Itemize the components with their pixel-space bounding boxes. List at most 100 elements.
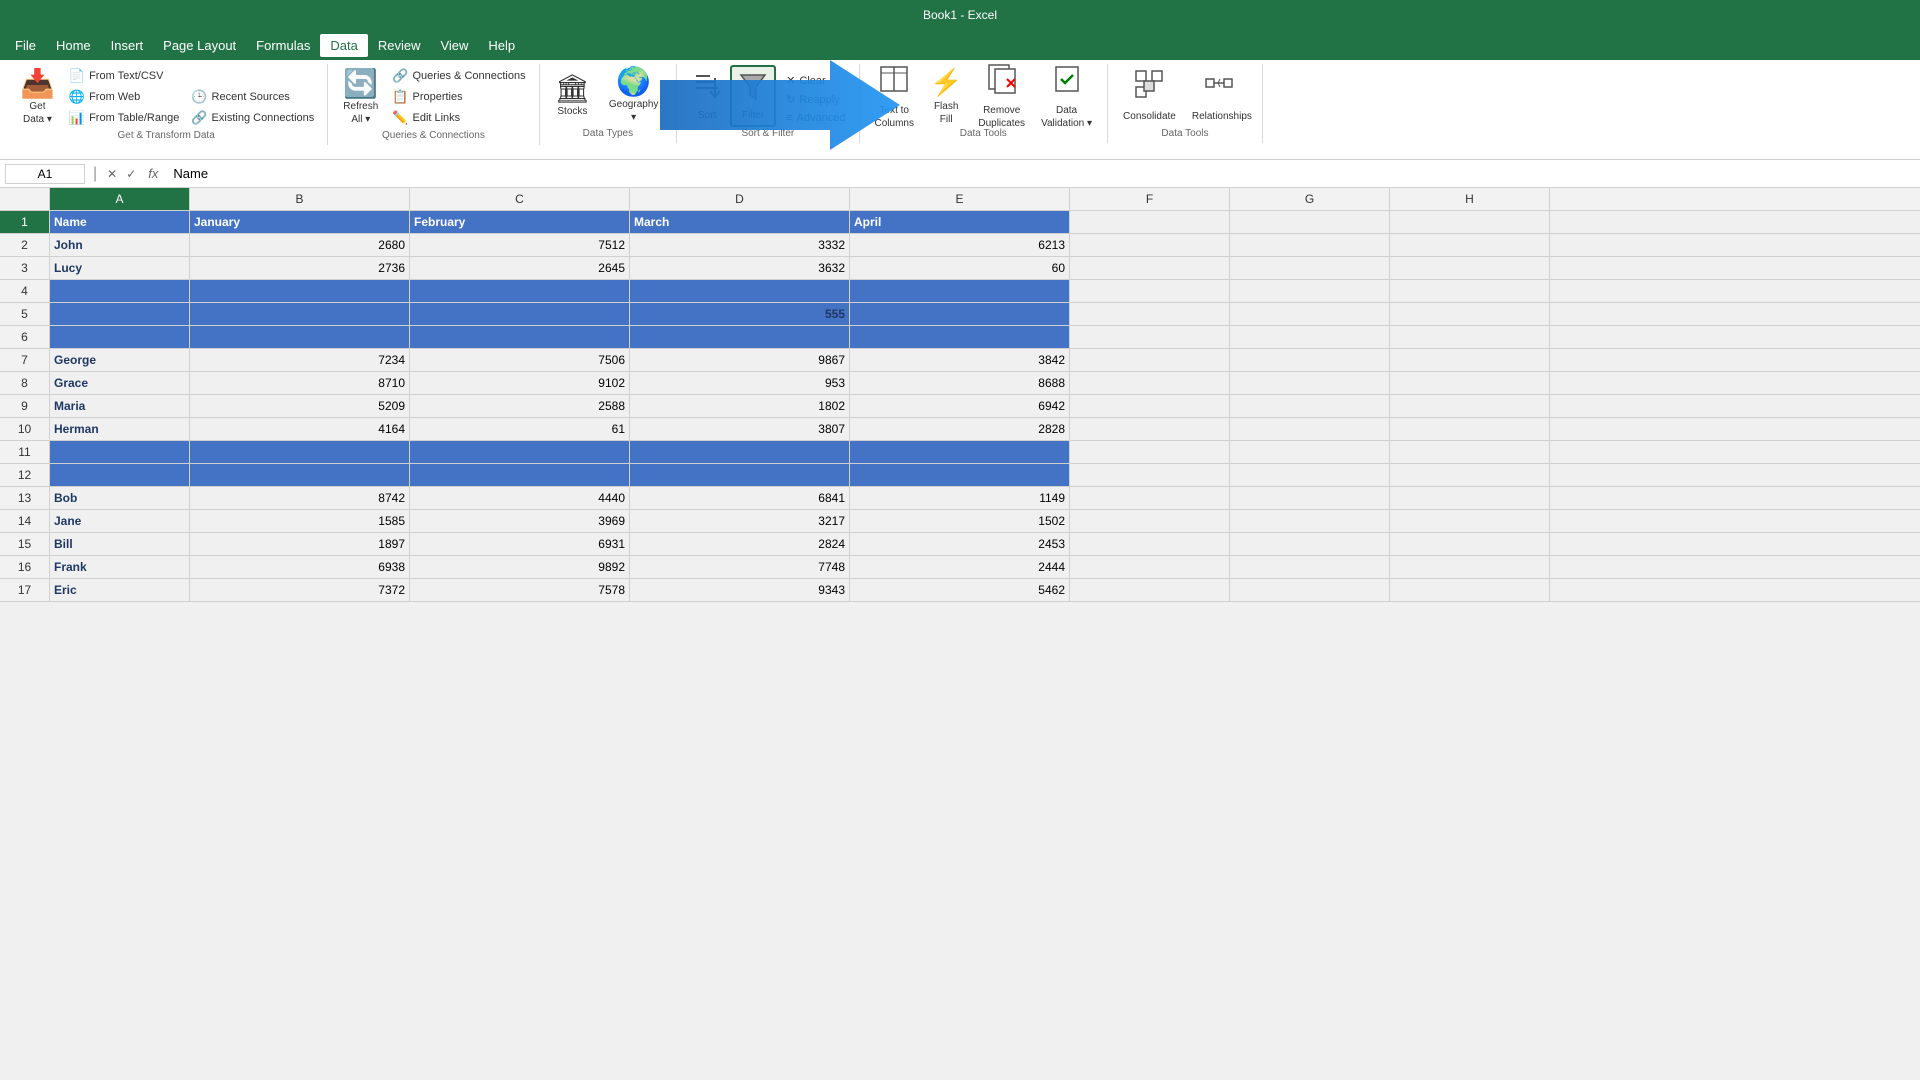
cell-E16[interactable]: 2444 <box>850 556 1070 578</box>
cell-F4[interactable] <box>1070 280 1230 302</box>
cell-E7[interactable]: 3842 <box>850 349 1070 371</box>
cell-F12[interactable] <box>1070 464 1230 486</box>
menu-review[interactable]: Review <box>368 34 431 57</box>
cell-D11[interactable] <box>630 441 850 463</box>
cell-B8[interactable]: 8710 <box>190 372 410 394</box>
cell-F17[interactable] <box>1070 579 1230 601</box>
cell-H12[interactable] <box>1390 464 1550 486</box>
cell-H16[interactable] <box>1390 556 1550 578</box>
cell-F8[interactable] <box>1070 372 1230 394</box>
cell-H9[interactable] <box>1390 395 1550 417</box>
cell-H7[interactable] <box>1390 349 1550 371</box>
cell-F5[interactable] <box>1070 303 1230 325</box>
cell-E17[interactable]: 5462 <box>850 579 1070 601</box>
recent-sources-button[interactable]: 🕒 Recent Sources <box>186 87 319 107</box>
data-validation-button[interactable]: DataValidation ▾ <box>1034 66 1099 126</box>
col-header-C[interactable]: C <box>410 188 630 210</box>
cell-C9[interactable]: 2588 <box>410 395 630 417</box>
cell-B11[interactable] <box>190 441 410 463</box>
row-num-16[interactable]: 16 <box>0 556 50 578</box>
cell-G4[interactable] <box>1230 280 1390 302</box>
row-num-7[interactable]: 7 <box>0 349 50 371</box>
cell-G5[interactable] <box>1230 303 1390 325</box>
cell-B4[interactable] <box>190 280 410 302</box>
relationships-button[interactable]: Relationships <box>1185 66 1254 126</box>
col-header-B[interactable]: B <box>190 188 410 210</box>
col-header-D[interactable]: D <box>630 188 850 210</box>
cell-F13[interactable] <box>1070 487 1230 509</box>
cell-E14[interactable]: 1502 <box>850 510 1070 532</box>
cell-D1[interactable]: March <box>630 211 850 233</box>
cell-A14[interactable]: Jane <box>50 510 190 532</box>
row-num-11[interactable]: 11 <box>0 441 50 463</box>
cell-D3[interactable]: 3632 <box>630 257 850 279</box>
cell-C17[interactable]: 7578 <box>410 579 630 601</box>
cell-A10[interactable]: Herman <box>50 418 190 440</box>
cell-G9[interactable] <box>1230 395 1390 417</box>
cell-H10[interactable] <box>1390 418 1550 440</box>
cell-D6[interactable] <box>630 326 850 348</box>
refresh-all-button[interactable]: 🔄 RefreshAll ▾ <box>336 68 385 128</box>
cell-G10[interactable] <box>1230 418 1390 440</box>
cell-A8[interactable]: Grace <box>50 372 190 394</box>
cell-D5[interactable]: 555 <box>630 303 850 325</box>
cell-F2[interactable] <box>1070 234 1230 256</box>
cell-C13[interactable]: 4440 <box>410 487 630 509</box>
cell-D4[interactable] <box>630 280 850 302</box>
menu-file[interactable]: File <box>5 34 46 57</box>
cell-G3[interactable] <box>1230 257 1390 279</box>
cell-G12[interactable] <box>1230 464 1390 486</box>
cell-B13[interactable]: 8742 <box>190 487 410 509</box>
cell-B16[interactable]: 6938 <box>190 556 410 578</box>
cell-G6[interactable] <box>1230 326 1390 348</box>
menu-insert[interactable]: Insert <box>101 34 154 57</box>
cell-A4[interactable] <box>50 280 190 302</box>
row-num-9[interactable]: 9 <box>0 395 50 417</box>
cell-C6[interactable] <box>410 326 630 348</box>
cell-C14[interactable]: 3969 <box>410 510 630 532</box>
cell-F14[interactable] <box>1070 510 1230 532</box>
cell-F16[interactable] <box>1070 556 1230 578</box>
cell-E11[interactable] <box>850 441 1070 463</box>
cell-C12[interactable] <box>410 464 630 486</box>
cell-C11[interactable] <box>410 441 630 463</box>
cell-H11[interactable] <box>1390 441 1550 463</box>
cell-H17[interactable] <box>1390 579 1550 601</box>
cell-A6[interactable] <box>50 326 190 348</box>
cell-D17[interactable]: 9343 <box>630 579 850 601</box>
filter-button[interactable]: Filter <box>731 66 775 126</box>
row-num-4[interactable]: 4 <box>0 280 50 302</box>
sort-button[interactable]: Sort <box>685 66 729 126</box>
cell-H2[interactable] <box>1390 234 1550 256</box>
cell-B5[interactable] <box>190 303 410 325</box>
cell-E9[interactable]: 6942 <box>850 395 1070 417</box>
col-header-H[interactable]: H <box>1390 188 1550 210</box>
cell-B6[interactable] <box>190 326 410 348</box>
geography-button[interactable]: 🌍 Geography ▾ <box>599 66 668 126</box>
from-web-button[interactable]: 🌐 From Web <box>64 87 184 107</box>
consolidate-button[interactable]: Consolidate <box>1116 66 1183 126</box>
cell-H8[interactable] <box>1390 372 1550 394</box>
cell-D10[interactable]: 3807 <box>630 418 850 440</box>
cell-E2[interactable]: 6213 <box>850 234 1070 256</box>
get-data-button[interactable]: 📥 GetData ▾ <box>13 68 62 128</box>
row-num-6[interactable]: 6 <box>0 326 50 348</box>
cell-G13[interactable] <box>1230 487 1390 509</box>
cell-H4[interactable] <box>1390 280 1550 302</box>
cell-F11[interactable] <box>1070 441 1230 463</box>
cell-C8[interactable]: 9102 <box>410 372 630 394</box>
cell-F1[interactable] <box>1070 211 1230 233</box>
cell-E5[interactable] <box>850 303 1070 325</box>
cell-C16[interactable]: 9892 <box>410 556 630 578</box>
cell-C10[interactable]: 61 <box>410 418 630 440</box>
cell-A7[interactable]: George <box>50 349 190 371</box>
menu-help[interactable]: Help <box>478 34 525 57</box>
cell-B3[interactable]: 2736 <box>190 257 410 279</box>
cell-D16[interactable]: 7748 <box>630 556 850 578</box>
cell-F3[interactable] <box>1070 257 1230 279</box>
cell-C5[interactable] <box>410 303 630 325</box>
cell-F10[interactable] <box>1070 418 1230 440</box>
cell-C15[interactable]: 6931 <box>410 533 630 555</box>
cell-C4[interactable] <box>410 280 630 302</box>
cell-B15[interactable]: 1897 <box>190 533 410 555</box>
